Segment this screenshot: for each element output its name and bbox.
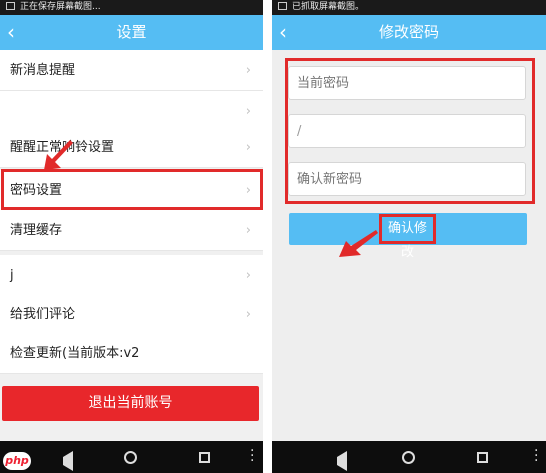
settings-item-label: j: [10, 268, 14, 283]
settings-item-label: 清理缓存: [10, 223, 63, 238]
home-icon[interactable]: [402, 451, 415, 464]
screenshot-icon: [278, 2, 287, 10]
highlight-box-fields: [285, 58, 535, 204]
recent-apps-icon[interactable]: [477, 452, 488, 463]
settings-item-label: 新消息提醒: [10, 63, 76, 78]
settings-item-check-update[interactable]: 检查更新(当前版本:v2: [0, 333, 263, 374]
settings-item-rate-us[interactable]: 给我们评论 ›: [0, 294, 263, 335]
settings-item-blurred[interactable]: ›: [0, 91, 263, 132]
status-bar: 正在保存屏幕截图...: [0, 0, 263, 15]
settings-item-label: 给我们评论: [10, 307, 76, 322]
red-arrow-icon: [44, 140, 73, 170]
status-bar: 已抓取屏幕截图。: [272, 0, 546, 15]
title-bar: ‹ 设置: [0, 15, 263, 50]
title-bar: ‹ 修改密码: [272, 15, 546, 50]
php-watermark: php: [3, 452, 31, 470]
home-icon[interactable]: [124, 451, 137, 464]
android-nav-bar: · · ·: [272, 441, 546, 473]
logout-button[interactable]: 退出当前账号: [2, 386, 259, 421]
page-title: 修改密码: [378, 23, 439, 41]
status-text: 已抓取屏幕截图。: [292, 2, 365, 12]
chevron-right-icon: ›: [245, 223, 251, 238]
more-icon[interactable]: · · ·: [534, 444, 538, 468]
red-arrow-icon: [339, 230, 378, 257]
settings-item-new-message[interactable]: 新消息提醒 ›: [0, 50, 263, 91]
divider: [263, 0, 272, 473]
screenshot-icon: [6, 2, 15, 10]
highlight-box-password: [1, 169, 263, 210]
back-icon[interactable]: [53, 451, 73, 471]
more-icon[interactable]: · · ·: [250, 444, 254, 468]
page-title: 设置: [116, 23, 147, 41]
status-text: 正在保存屏幕截图...: [20, 2, 101, 12]
back-icon[interactable]: [327, 451, 347, 471]
android-nav-bar: · · ·: [0, 441, 263, 473]
chevron-right-icon: ›: [245, 307, 251, 322]
settings-item-label: 检查更新(当前版本:v2: [10, 346, 140, 361]
chevron-right-icon: ›: [245, 63, 251, 78]
settings-item-clear-cache[interactable]: 清理缓存 ›: [0, 210, 263, 251]
settings-screen: 正在保存屏幕截图... ‹ 设置 新消息提醒 › › 醒醒正常响铃设置 › 密码…: [0, 0, 263, 473]
chevron-right-icon: ›: [245, 140, 251, 155]
recent-apps-icon[interactable]: [199, 452, 210, 463]
confirm-button-label[interactable]: 确认修改: [379, 214, 436, 260]
chevron-right-icon: ›: [245, 104, 251, 119]
settings-item-j[interactable]: j ›: [0, 255, 263, 296]
change-password-screen: 已抓取屏幕截图。 ‹ 修改密码 确认修改 ···: [272, 0, 546, 473]
chevron-right-icon: ›: [245, 268, 251, 283]
